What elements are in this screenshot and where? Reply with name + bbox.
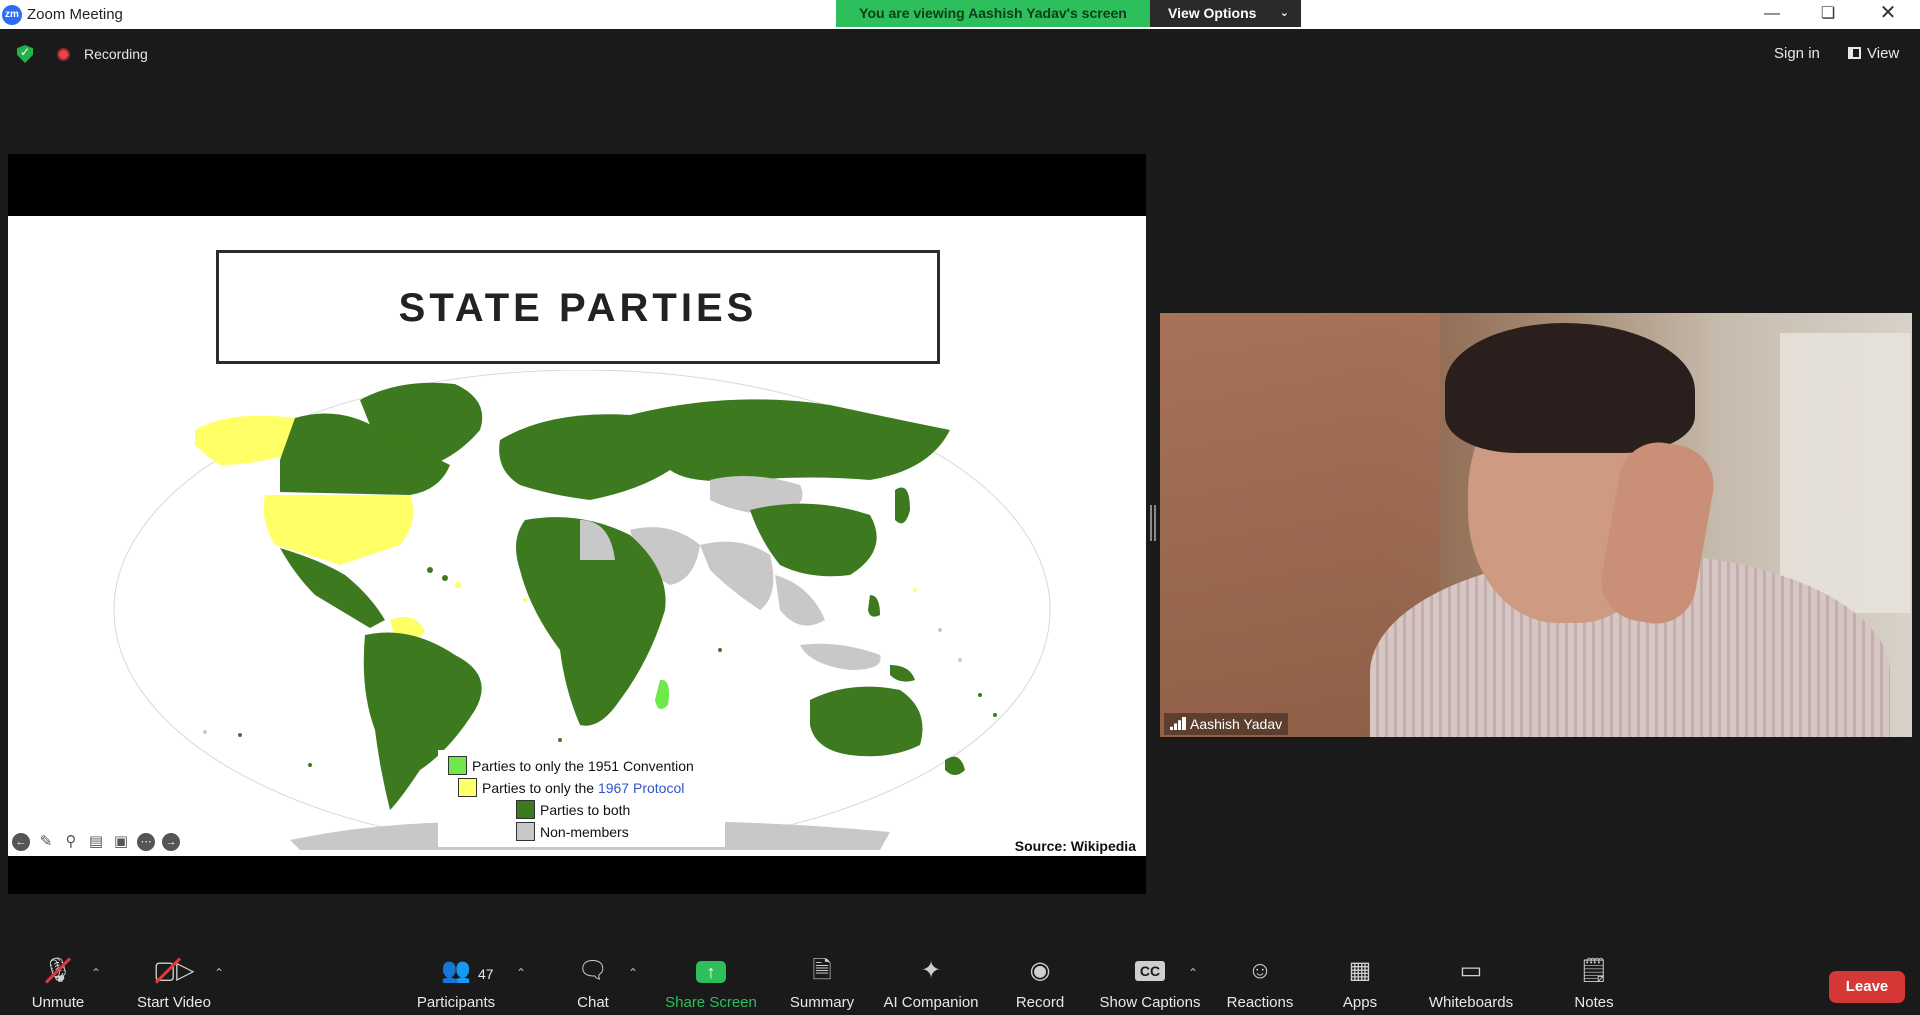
participant-name-tag: Aashish Yadav (1164, 713, 1289, 735)
summary-label: Summary (789, 994, 855, 1011)
viewing-banner: You are viewing Aashish Yadav's screen (836, 0, 1150, 27)
captions-options-caret[interactable]: ⌃ (1188, 966, 1198, 980)
video-off-icon: ▢▷ (132, 954, 216, 988)
signal-strength-icon (1170, 717, 1186, 730)
meeting-toolbar: 🎙 Unmute ⌃ ▢▷ Start Video ⌃ 👥 47 Partici… (0, 950, 1920, 1015)
start-video-button[interactable]: ▢▷ Start Video (132, 950, 216, 1015)
recording-icon (57, 48, 70, 61)
video-person-hair (1445, 323, 1695, 453)
restore-icon[interactable]: ❏ (1800, 0, 1856, 29)
participants-options-caret[interactable]: ⌃ (516, 966, 526, 980)
notes-icon: 🗒 (1578, 957, 1610, 984)
reactions-label: Reactions (1226, 994, 1294, 1011)
legend-item: Parties to only the 1951 Convention (448, 756, 694, 776)
legend-label: Non-members (540, 824, 629, 840)
ai-companion-button[interactable]: ✦ AI Companion (878, 950, 984, 1015)
apps-label: Apps (1342, 994, 1378, 1011)
legend-swatch (516, 822, 535, 841)
recording-label: Recording (84, 46, 148, 62)
previous-slide-icon[interactable]: ← (12, 833, 30, 851)
apps-icon: ▦ (1348, 957, 1372, 984)
slide-title: STATE PARTIES (398, 286, 758, 330)
meeting-top-bar: Recording Sign in View (0, 29, 1920, 79)
zoom-icon[interactable]: ⚲ (62, 833, 80, 851)
chat-button[interactable]: 🗨 Chat (562, 950, 624, 1015)
notes-button[interactable]: 🗒 Notes (1564, 950, 1624, 1015)
security-shield-icon[interactable] (17, 45, 33, 63)
start-video-label: Start Video (137, 994, 211, 1011)
close-icon[interactable]: ✕ (1860, 0, 1916, 29)
sign-in-link[interactable]: Sign in (1774, 45, 1820, 62)
view-button[interactable]: View (1848, 45, 1899, 62)
captions-icon[interactable]: ▤ (87, 833, 105, 851)
record-button[interactable]: ◉ Record (1005, 950, 1075, 1015)
slide-title-box: STATE PARTIES (216, 250, 940, 364)
participant-video-tile[interactable]: Aashish Yadav (1160, 313, 1912, 737)
video-off-icon[interactable]: ▣ (112, 833, 130, 851)
unmute-button[interactable]: 🎙 Unmute (22, 950, 94, 1015)
whiteboards-label: Whiteboards (1428, 994, 1514, 1011)
unmute-label: Unmute (31, 994, 85, 1011)
whiteboard-icon: ▭ (1459, 957, 1483, 984)
show-captions-label: Show Captions (1099, 994, 1201, 1011)
legend-label: Parties to only the (482, 780, 598, 796)
legend-swatch (458, 778, 477, 797)
layout-icon (1848, 47, 1861, 59)
chat-icon: 🗨 (577, 957, 609, 984)
chat-options-caret[interactable]: ⌃ (628, 966, 638, 980)
legend-label: Parties to both (540, 802, 631, 818)
map-legend: Parties to only the 1951 Convention Part… (438, 750, 725, 847)
presentation-slide: STATE PARTIES Parties to only the 1951 C… (8, 216, 1146, 856)
minimize-icon[interactable]: — (1744, 0, 1800, 29)
view-options-label: View Options (1168, 5, 1257, 21)
summary-button[interactable]: 🗎 Summary (782, 950, 862, 1015)
summary-icon: 🗎 (812, 957, 832, 984)
whiteboards-button[interactable]: ▭ Whiteboards (1422, 950, 1520, 1015)
window-title: Zoom Meeting (27, 6, 123, 23)
panel-resize-handle[interactable] (1150, 505, 1156, 541)
participant-name: Aashish Yadav (1190, 716, 1283, 732)
more-icon[interactable]: ⋯ (137, 833, 155, 851)
participants-label: Participants (416, 994, 496, 1011)
view-label: View (1867, 45, 1900, 62)
ai-companion-label: AI Companion (883, 994, 979, 1011)
legend-swatch (516, 800, 535, 819)
notes-label: Notes (1574, 994, 1614, 1011)
legend-item: Parties to only the 1967 Protocol (458, 778, 684, 798)
view-options-button[interactable]: View Options ⌄ (1150, 0, 1301, 27)
next-slide-icon[interactable]: → (162, 833, 180, 851)
reactions-button[interactable]: ☺ Reactions (1222, 950, 1298, 1015)
audio-options-caret[interactable]: ⌃ (91, 966, 101, 980)
video-background-window (1780, 333, 1910, 613)
show-captions-button[interactable]: CC Show Captions (1096, 950, 1204, 1015)
reactions-icon: ☺ (1247, 957, 1273, 984)
sparkle-icon: ✦ (920, 957, 942, 984)
legend-item: Parties to both (516, 800, 630, 820)
microphone-muted-icon: 🎙 (22, 954, 94, 988)
legend-item: Non-members (516, 822, 629, 842)
title-bar: zm Zoom Meeting You are viewing Aashish … (0, 0, 1920, 29)
chevron-down-icon: ⌄ (1279, 7, 1289, 19)
participants-count: 47 (478, 966, 494, 982)
chat-label: Chat (577, 994, 609, 1011)
annotation-toolbar: ← ✎ ⚲ ▤ ▣ ⋯ → (12, 833, 187, 857)
slide-source: Source: Wikipedia (1014, 838, 1136, 854)
participants-button[interactable]: 👥 47 Participants (410, 950, 502, 1015)
share-screen-button[interactable]: ↑ Share Screen (664, 950, 758, 1015)
record-label: Record (1015, 994, 1065, 1011)
video-options-caret[interactable]: ⌃ (214, 966, 224, 980)
shared-screen: STATE PARTIES Parties to only the 1951 C… (8, 154, 1146, 894)
pen-icon[interactable]: ✎ (37, 833, 55, 851)
legend-swatch (448, 756, 467, 775)
record-icon: ◉ (1029, 957, 1051, 984)
legend-label: Parties to only the 1951 Convention (472, 758, 694, 774)
share-screen-label: Share Screen (665, 994, 757, 1011)
legend-link[interactable]: 1967 Protocol (598, 780, 684, 796)
zoom-logo-icon: zm (2, 5, 22, 25)
leave-button[interactable]: Leave (1829, 971, 1905, 1003)
apps-button[interactable]: ▦ Apps (1330, 950, 1390, 1015)
share-screen-icon: ↑ (664, 954, 758, 988)
